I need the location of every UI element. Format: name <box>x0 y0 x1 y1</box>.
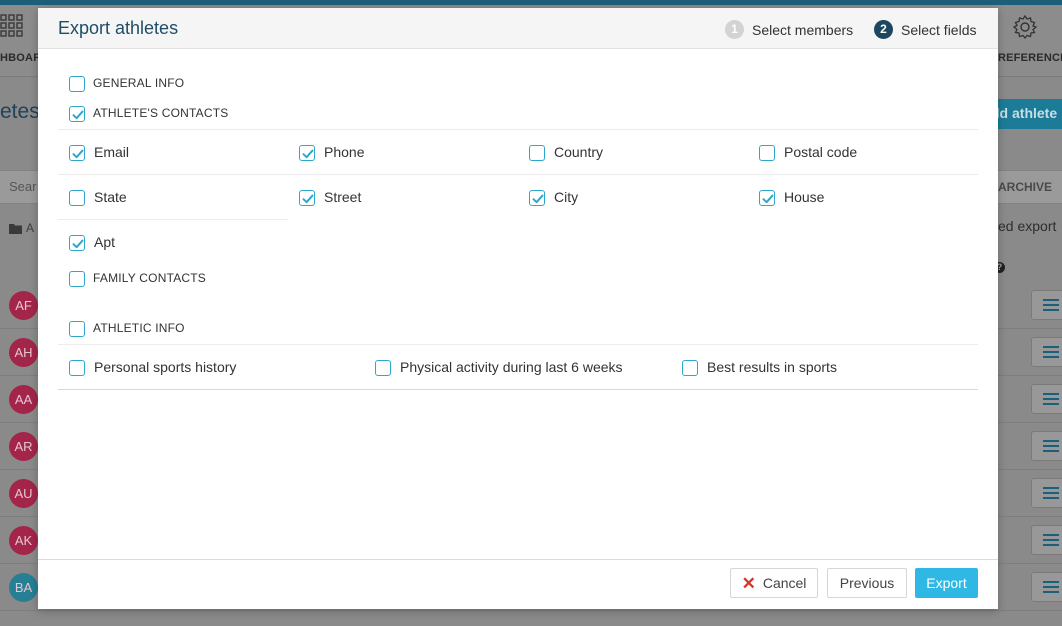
divider <box>58 344 978 345</box>
athletes-contacts-label: ATHLETE'S CONTACTS <box>93 106 229 120</box>
phone-label: Phone <box>324 144 365 160</box>
best-results-checkbox[interactable] <box>682 360 698 376</box>
nav-preferences-label[interactable]: REFERENCES <box>998 52 1062 64</box>
step-number-badge: 2 <box>874 20 893 39</box>
country-checkbox[interactable] <box>529 145 545 161</box>
row-menu-button[interactable] <box>1031 572 1062 602</box>
avatar: AR <box>9 432 38 461</box>
checkmark-icon <box>72 110 84 120</box>
export-button[interactable]: Export <box>915 568 978 598</box>
city-checkbox[interactable] <box>529 190 545 206</box>
avatar: BA <box>9 573 38 602</box>
avatar: AU <box>9 479 38 508</box>
avatar: AA <box>9 385 38 414</box>
checkmark-icon <box>532 194 544 204</box>
dashboard-grid-icon[interactable] <box>0 14 24 43</box>
cancel-label: Cancel <box>762 575 807 591</box>
modal-header: Export athletes 1 Select members 2 Selec… <box>38 8 998 49</box>
step-select-members[interactable]: 1 Select members <box>725 20 853 39</box>
avatar: AH <box>9 338 38 367</box>
family-contacts-label: FAMILY CONTACTS <box>93 271 207 285</box>
row-menu-button[interactable] <box>1031 478 1062 508</box>
city-label: City <box>554 189 579 205</box>
state-label: State <box>94 189 127 205</box>
athletes-contacts-checkbox[interactable] <box>69 106 85 122</box>
avatar: AF <box>9 291 38 320</box>
general-info-label: GENERAL INFO <box>93 76 185 90</box>
folder-icon <box>9 224 22 235</box>
row-menu-button[interactable] <box>1031 525 1062 555</box>
divider <box>58 219 288 220</box>
personal-sports-history-checkbox[interactable] <box>69 360 85 376</box>
checkmark-icon <box>302 194 314 204</box>
personal-sports-history-label: Personal sports history <box>94 359 237 375</box>
street-label: Street <box>324 189 362 205</box>
house-label: House <box>784 189 825 205</box>
step-label: Select fields <box>901 21 977 38</box>
postal-code-checkbox[interactable] <box>759 145 775 161</box>
best-results-label: Best results in sports <box>707 359 837 375</box>
gear-icon[interactable] <box>1012 14 1038 45</box>
state-checkbox[interactable] <box>69 190 85 206</box>
modal-title: Export athletes <box>58 18 179 38</box>
athletic-info-label: ATHLETIC INFO <box>93 321 185 335</box>
step-number-badge: 1 <box>725 20 744 39</box>
physical-activity-checkbox[interactable] <box>375 360 391 376</box>
apt-label: Apt <box>94 234 116 250</box>
email-checkbox[interactable] <box>69 145 85 161</box>
previous-button[interactable]: Previous <box>827 568 907 598</box>
email-label: Email <box>94 144 130 160</box>
row-menu-button[interactable] <box>1031 337 1062 367</box>
row-menu-button[interactable] <box>1031 431 1062 461</box>
checkmark-icon <box>302 149 314 159</box>
street-checkbox[interactable] <box>299 190 315 206</box>
checkmark-icon <box>72 149 84 159</box>
checkmark-icon <box>762 194 774 204</box>
postal-code-label: Postal code <box>784 144 858 160</box>
divider <box>58 174 978 175</box>
family-contacts-checkbox[interactable] <box>69 271 85 287</box>
divider <box>58 129 978 130</box>
folder-label: A <box>26 221 35 235</box>
house-checkbox[interactable] <box>759 190 775 206</box>
modal-footer: ✕ Cancel Previous Export <box>38 559 998 609</box>
row-menu-button[interactable] <box>1031 290 1062 320</box>
saved-export-link[interactable]: ed export <box>998 218 1056 234</box>
page-title: etes <box>0 100 40 123</box>
row-menu-button[interactable] <box>1031 384 1062 414</box>
step-select-fields[interactable]: 2 Select fields <box>874 20 976 39</box>
archive-tab[interactable]: ARCHIVE <box>998 180 1052 194</box>
avatar: AK <box>9 526 38 555</box>
step-label: Select members <box>752 21 854 38</box>
general-info-checkbox[interactable] <box>69 76 85 92</box>
physical-activity-label: Physical activity during last 6 weeks <box>400 359 623 375</box>
country-label: Country <box>554 144 604 160</box>
close-icon: ✕ <box>741 573 756 593</box>
athletic-info-checkbox[interactable] <box>69 321 85 337</box>
search-input[interactable]: Sear <box>9 179 36 194</box>
divider <box>58 389 978 390</box>
apt-checkbox[interactable] <box>69 235 85 251</box>
export-athletes-modal: Export athletes 1 Select members 2 Selec… <box>38 8 998 609</box>
phone-checkbox[interactable] <box>299 145 315 161</box>
checkmark-icon <box>72 239 84 249</box>
cancel-button[interactable]: ✕ Cancel <box>730 568 818 598</box>
folder-breadcrumb[interactable]: A <box>9 221 34 235</box>
